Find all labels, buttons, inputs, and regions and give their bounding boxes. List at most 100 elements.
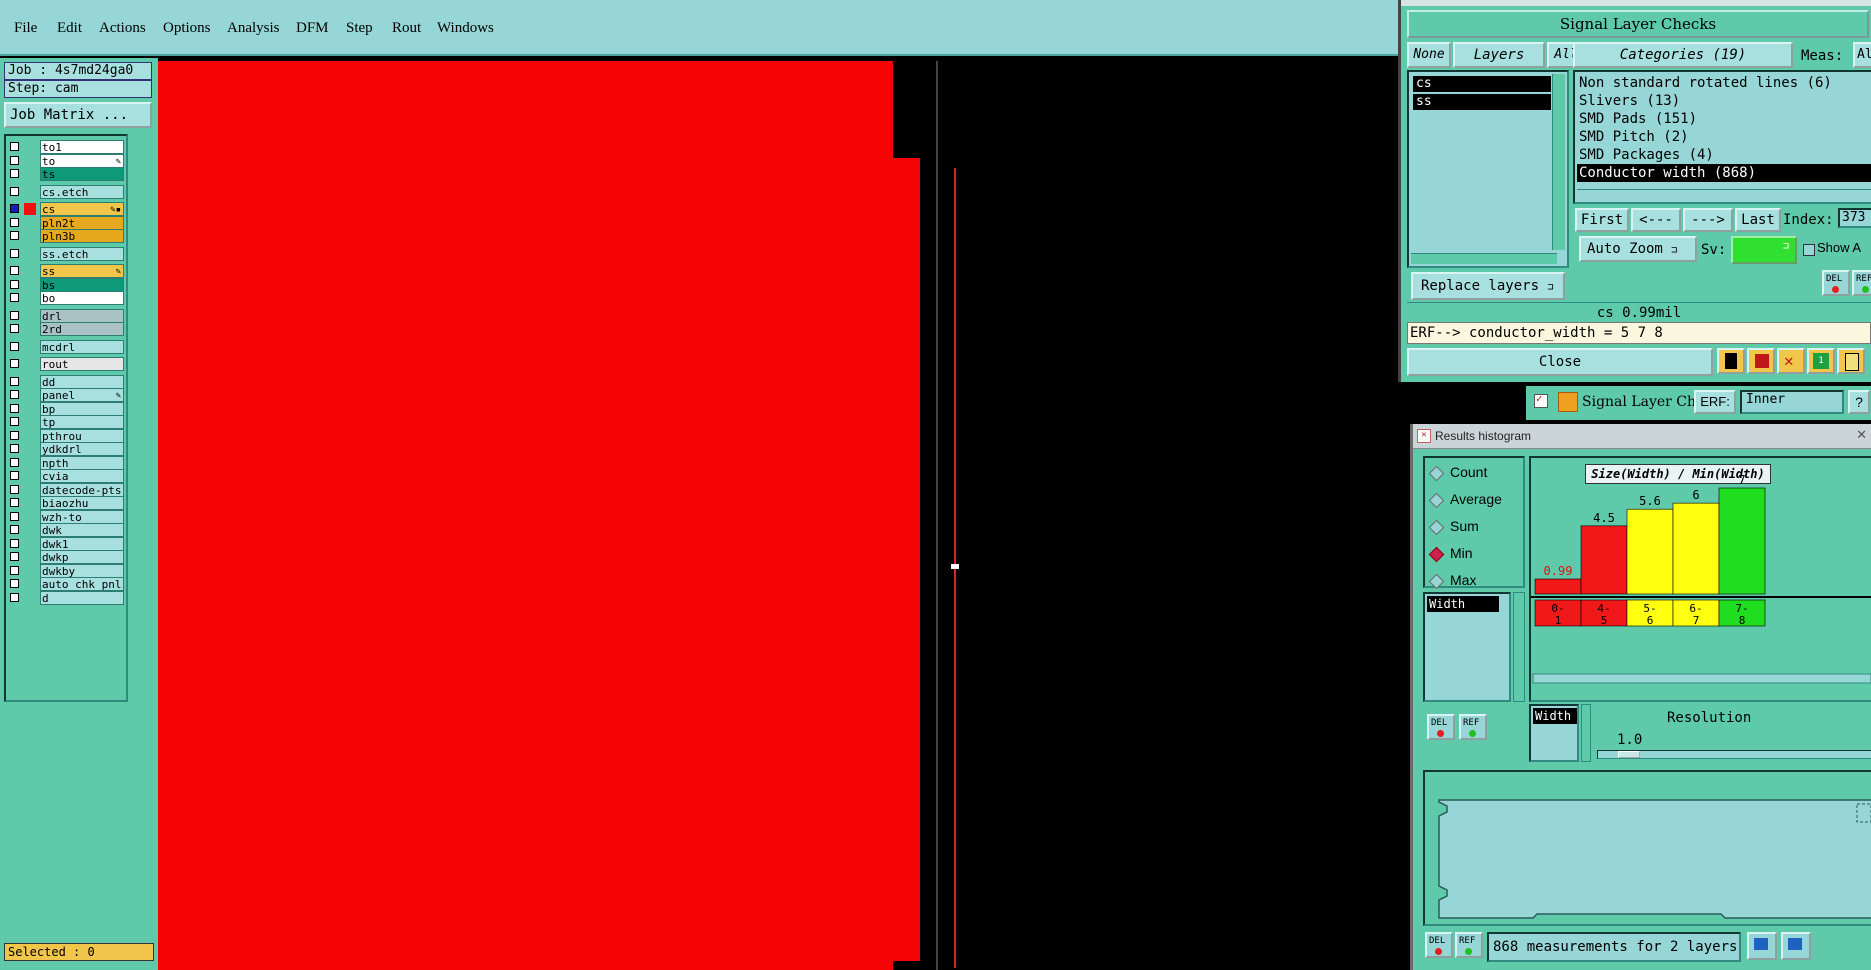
layer-checkbox[interactable] (10, 293, 19, 302)
menu-options[interactable]: Options (163, 20, 211, 37)
layer-name[interactable]: drl (40, 308, 124, 323)
category-item[interactable]: SMD Pitch (2) (1579, 128, 1689, 146)
footer-ref-button[interactable]: REF (1455, 932, 1483, 958)
radio-min[interactable]: Min (1428, 545, 1473, 563)
toolbar-icon-4[interactable]: 1 (1807, 348, 1835, 374)
layer-name[interactable]: cs ✎▪ (40, 202, 124, 216)
layer-row[interactable]: mcdrl (6, 339, 126, 354)
resolution-field-item[interactable]: Width (1533, 708, 1577, 724)
close-icon[interactable]: ✕ (1856, 427, 1867, 443)
category-hscrollbar[interactable] (1577, 189, 1871, 200)
category-item-selected[interactable]: Conductor width (868) (1577, 164, 1871, 182)
menu-file[interactable]: File (14, 20, 37, 37)
layer-row[interactable]: dwk (6, 523, 126, 537)
layer-name[interactable]: ss ✎ (40, 264, 124, 278)
hist-ref-button[interactable]: REF (1459, 714, 1487, 740)
radio-count[interactable]: Count (1428, 464, 1487, 482)
export-button[interactable] (1747, 932, 1777, 960)
layer-row[interactable]: ss ✎ (6, 264, 126, 278)
layer-checkbox[interactable] (10, 484, 19, 494)
layer-name[interactable]: to1 (40, 140, 124, 154)
layer-checkbox[interactable] (10, 248, 19, 258)
layer-name[interactable]: wzh-to (40, 509, 124, 524)
close-button[interactable]: Close (1407, 348, 1713, 376)
layer-checkbox[interactable] (10, 444, 19, 453)
layer-name[interactable]: rout (40, 357, 124, 371)
prev-button[interactable]: <--- (1631, 208, 1681, 232)
layer-name[interactable]: 2rd (40, 322, 124, 336)
menu-step[interactable]: Step (346, 20, 373, 37)
layer-checkbox[interactable] (10, 376, 19, 386)
layer-name[interactable]: dwkby (40, 563, 124, 578)
layer-row[interactable]: rout (6, 357, 126, 371)
layer-row[interactable]: cs ✎▪ (6, 202, 126, 216)
menu-windows[interactable]: Windows (437, 20, 494, 37)
layer-row[interactable]: ss.etch (6, 246, 126, 261)
layer-row[interactable]: pln2t (6, 215, 126, 230)
layer-row[interactable]: wzh-to (6, 509, 126, 524)
menu-edit[interactable]: Edit (57, 20, 82, 37)
layer-row[interactable]: to ✎ (6, 153, 126, 168)
layers-button[interactable]: Layers (1453, 42, 1545, 68)
layer-list-hscrollbar[interactable] (1411, 253, 1557, 264)
job-matrix-button[interactable]: Job Matrix ... (4, 102, 152, 128)
layer-checkbox[interactable] (10, 390, 19, 399)
layer-checkbox[interactable] (10, 217, 19, 227)
toolbar-icon-5[interactable] (1837, 348, 1865, 374)
layer-name[interactable]: auto_chk_pnl (40, 577, 124, 591)
ref-button[interactable]: REF (1852, 270, 1871, 296)
layer-row[interactable]: npth (6, 455, 126, 470)
layer-name[interactable]: ydkdrl (40, 442, 124, 456)
layer-name[interactable]: mcdrl (40, 339, 124, 354)
layer-checkbox[interactable] (10, 430, 19, 440)
layer-checkbox[interactable] (10, 417, 19, 426)
layer-row[interactable]: to1 (6, 140, 126, 154)
resolution-slider-thumb[interactable] (1618, 751, 1640, 758)
menu-dfm[interactable]: DFM (296, 20, 329, 37)
field-item-width[interactable]: Width (1427, 596, 1499, 612)
layer-checkbox[interactable] (10, 186, 19, 196)
layer-name[interactable]: bp (40, 401, 124, 416)
layer-row[interactable]: pln3b (6, 229, 126, 243)
histogram-bar[interactable] (1580, 525, 1628, 595)
replace-layers-button[interactable]: Replace layers ⊐ (1411, 272, 1565, 300)
layer-checkbox[interactable] (10, 403, 19, 413)
layer-checkbox[interactable] (10, 511, 19, 521)
radio-max[interactable]: Max (1428, 572, 1476, 590)
layer-checkbox[interactable] (10, 498, 19, 507)
layer-name[interactable]: ts (40, 167, 124, 181)
layer-checkbox[interactable] (10, 169, 19, 178)
layer-row[interactable]: d (6, 590, 126, 605)
layer-name[interactable]: dwk1 (40, 536, 124, 551)
layer-row[interactable]: ydkdrl (6, 442, 126, 456)
histogram-bar[interactable] (1626, 508, 1674, 595)
layer-row[interactable]: cs.etch (6, 184, 126, 199)
layer-row[interactable]: dwkp (6, 550, 126, 564)
show-all-checkbox[interactable] (1803, 244, 1815, 256)
radio-sum[interactable]: Sum (1428, 518, 1479, 536)
task-title[interactable]: Signal Layer Ch (1582, 394, 1696, 410)
toolbar-icon-1[interactable] (1717, 348, 1745, 374)
footer-del-button[interactable]: DEL (1425, 932, 1453, 958)
toolbar-icon-2[interactable] (1747, 348, 1775, 374)
categories-button[interactable]: Categories (19) (1573, 42, 1793, 68)
hist-del-button[interactable]: DEL (1427, 714, 1455, 740)
layer-name[interactable]: pln2t (40, 215, 124, 230)
layer-name[interactable]: bo (40, 291, 124, 305)
layer-checkbox[interactable] (10, 592, 19, 602)
layer-name[interactable]: datecode-pts (40, 482, 124, 497)
erf-button[interactable]: ERF: (1694, 390, 1736, 414)
layer-row[interactable]: bp (6, 401, 126, 416)
layer-row[interactable]: biaozhu (6, 496, 126, 510)
first-button[interactable]: First (1575, 208, 1629, 232)
histogram-bar[interactable] (1534, 578, 1582, 595)
histogram-bar[interactable] (1718, 487, 1766, 595)
erf-input[interactable]: Inner (1740, 390, 1844, 414)
layer-row[interactable]: dd (6, 374, 126, 389)
del-button[interactable]: DEL (1822, 270, 1850, 296)
layer-name[interactable]: tp (40, 415, 124, 429)
radio-average[interactable]: Average (1428, 491, 1502, 509)
layer-row[interactable]: datecode-pts (6, 482, 126, 497)
category-item[interactable]: Slivers (13) (1579, 92, 1680, 110)
layer-row[interactable]: ts (6, 167, 126, 181)
